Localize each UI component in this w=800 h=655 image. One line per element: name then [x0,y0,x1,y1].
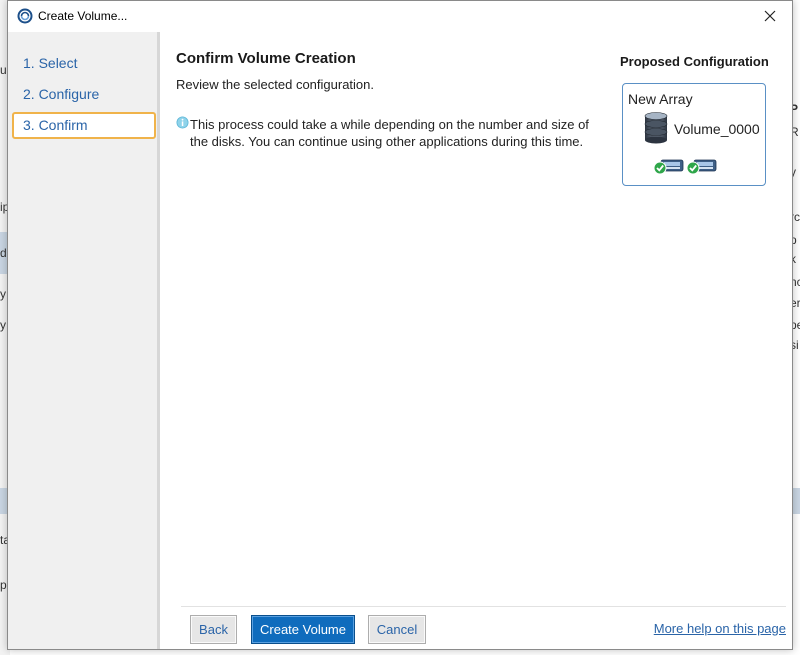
background-text: p [0,578,7,592]
background-text: d [0,246,7,260]
cancel-button[interactable]: Cancel [368,615,426,644]
background-text: y [0,287,6,301]
back-button[interactable]: Back [190,615,237,644]
info-message: This process could take a while dependin… [190,117,589,149]
create-volume-button[interactable]: Create Volume [251,615,355,644]
more-help-link[interactable]: More help on this page [654,621,786,636]
disk-ok-icon [653,159,684,175]
page-subtitle: Review the selected configuration. [176,77,375,92]
disk-ok-icon [686,159,717,175]
window-title: Create Volume... [38,9,128,23]
close-button[interactable] [748,1,792,31]
wizard-steps-sidebar: 1. Select 2. Configure 3. Confirm [8,32,160,649]
background-text: y [0,318,6,332]
step-confirm[interactable]: 3. Confirm [12,112,156,139]
step-configure[interactable]: 2. Configure [12,81,156,108]
page-title: Confirm Volume Creation [176,50,356,67]
app-icon [17,8,33,24]
volume-label: Volume_0000 [674,121,760,137]
title-bar: Create Volume... [8,1,792,32]
proposed-configuration-title: Proposed Configuration [620,54,769,69]
create-volume-dialog: Create Volume... 1. Select 2. Configure … [7,0,793,650]
proposed-configuration-box: New Array Volume_0000 [622,83,766,186]
database-icon [644,112,668,144]
step-select[interactable]: 1. Select [12,50,156,77]
close-icon [764,10,776,22]
dialog-footer: Back Create Volume Cancel More help on t… [181,606,786,649]
background-text: u [0,63,7,77]
info-icon [176,116,189,129]
main-panel: Confirm Volume Creation Review the selec… [163,32,792,649]
array-label: New Array [628,91,693,107]
